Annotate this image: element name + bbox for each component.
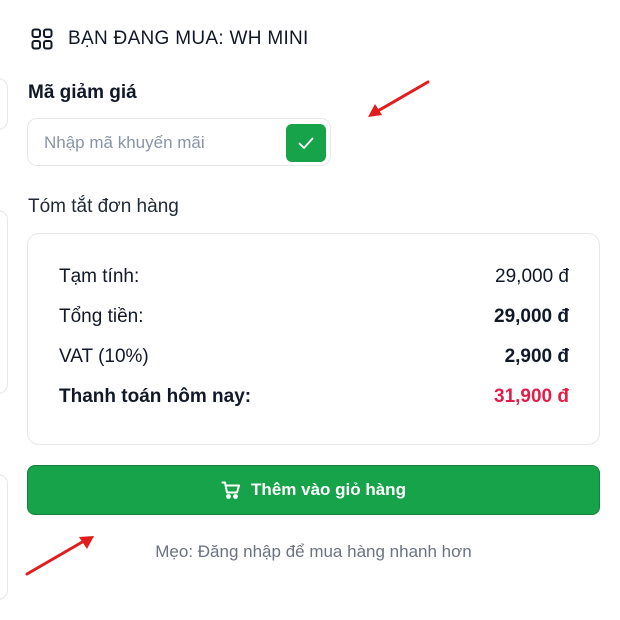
grid-icon bbox=[31, 28, 53, 50]
row-value: 29,000 đ bbox=[495, 266, 569, 287]
edge-card bbox=[0, 474, 8, 600]
row-label: VAT (10%) bbox=[59, 346, 149, 367]
summary-row-total: Tổng tiền: 29,000 đ bbox=[59, 306, 569, 328]
checkout-panel: BẠN ĐANG MUA: WH MINI Mã giảm giá Tóm tắ… bbox=[0, 0, 620, 620]
apply-coupon-button[interactable] bbox=[286, 124, 326, 162]
page-title: BẠN ĐANG MUA: WH MINI bbox=[68, 28, 309, 49]
row-label: Tổng tiền: bbox=[59, 306, 144, 327]
row-value: 29,000 đ bbox=[494, 306, 569, 327]
summary-row-pay-today: Thanh toán hôm nay: 31,900 đ bbox=[59, 386, 569, 408]
edge-card bbox=[0, 210, 8, 394]
summary-row-vat: VAT (10%) 2,900 đ bbox=[59, 346, 569, 368]
purchase-header: BẠN ĐANG MUA: WH MINI bbox=[30, 24, 309, 54]
coupon-label: Mã giảm giá bbox=[28, 82, 137, 103]
edge-card bbox=[0, 78, 8, 130]
summary-title: Tóm tắt đơn hàng bbox=[28, 196, 179, 217]
add-to-cart-label: Thêm vào giỏ hàng bbox=[251, 480, 406, 499]
add-to-cart-button[interactable]: Thêm vào giỏ hàng bbox=[27, 465, 600, 515]
order-summary-card: Tạm tính: 29,000 đ Tổng tiền: 29,000 đ V… bbox=[27, 233, 600, 445]
coupon-field bbox=[27, 118, 331, 166]
annotation-arrow-icon bbox=[368, 80, 430, 117]
coupon-input[interactable] bbox=[42, 127, 286, 159]
cart-icon bbox=[221, 481, 241, 499]
row-label: Tạm tính: bbox=[59, 266, 140, 287]
summary-row-subtotal: Tạm tính: 29,000 đ bbox=[59, 266, 569, 288]
row-value: 2,900 đ bbox=[504, 346, 569, 367]
row-value: 31,900 đ bbox=[494, 386, 569, 407]
login-tip: Mẹo: Đăng nhập để mua hàng nhanh hơn bbox=[155, 542, 472, 561]
row-label: Thanh toán hôm nay: bbox=[59, 386, 252, 407]
check-icon bbox=[298, 137, 314, 149]
